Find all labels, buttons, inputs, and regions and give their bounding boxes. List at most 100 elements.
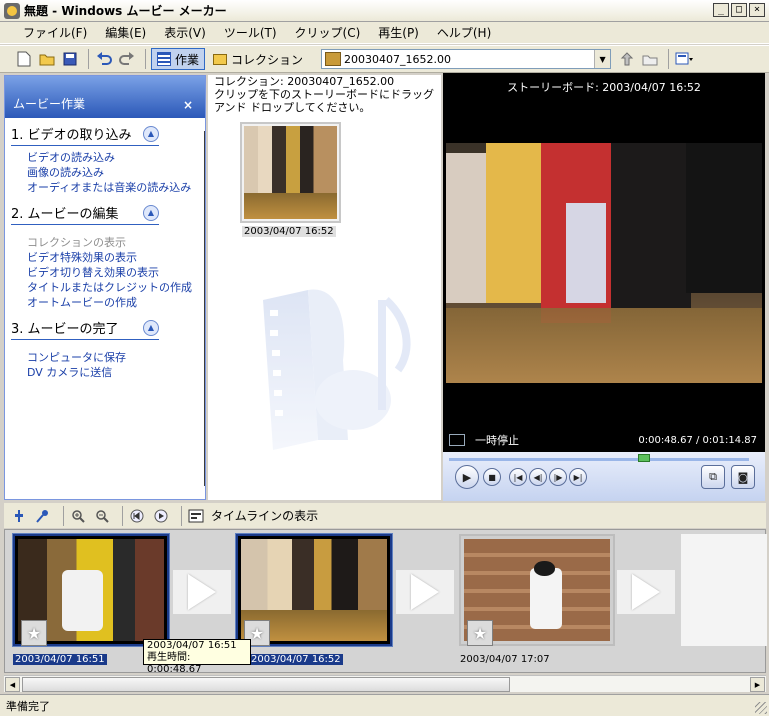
playback-state: 一時停止 <box>475 434 519 447</box>
window-title: 無題 - Windows ムービー メーカー <box>24 4 227 18</box>
minimize-button[interactable]: _ <box>713 3 729 17</box>
toolbar-separator <box>668 49 670 69</box>
zoom-in-icon[interactable] <box>69 507 87 525</box>
menu-view[interactable]: 表示(V) <box>155 24 215 41</box>
save-project-icon[interactable] <box>60 49 80 69</box>
fullscreen-icon[interactable] <box>449 434 465 446</box>
video-figure <box>566 203 606 303</box>
clip-preview-image <box>244 126 337 219</box>
chevron-up-icon[interactable]: ▲ <box>143 319 159 336</box>
toolbar-separator <box>145 49 146 69</box>
menu-tools[interactable]: ツール(T) <box>215 24 286 41</box>
chevron-up-icon[interactable]: ▲ <box>143 204 159 221</box>
views-icon[interactable] <box>674 49 694 69</box>
collection-title: コレクション: 20030407_1652.00 <box>214 75 395 88</box>
task-link-import-pictures[interactable]: 画像の読み込み <box>27 165 205 180</box>
collection-clip-thumbnail[interactable] <box>240 122 341 223</box>
task-link-automovie[interactable]: オートムービーの作成 <box>27 295 205 310</box>
narrate-timeline-icon[interactable] <box>34 507 52 525</box>
set-audio-levels-icon[interactable] <box>10 507 28 525</box>
show-timeline-button[interactable]: タイムラインの表示 <box>211 507 318 524</box>
maximize-button[interactable]: □ <box>731 3 747 17</box>
empty-storyboard-slot[interactable] <box>681 534 767 646</box>
forward-icon[interactable]: |▶ <box>549 468 567 486</box>
rewind-icon[interactable]: ◀| <box>529 468 547 486</box>
task-link-send-to-dv[interactable]: DV カメラに送信 <box>27 365 205 380</box>
up-one-level-icon[interactable] <box>617 49 637 69</box>
movie-tasks-pane: ムービー作業 × 1. ビデオの取り込み ▲ ビデオの読み込み 画像の読み込み … <box>4 75 206 500</box>
close-button[interactable]: × <box>749 3 765 17</box>
task-link-import-audio[interactable]: オーディオまたは音楽の読み込み <box>27 180 205 195</box>
split-clip-icon[interactable]: ⧉ <box>701 465 725 489</box>
preview-monitor: ストーリーボード: 2003/04/07 16:52 一時停止 0:00:48.… <box>443 73 765 501</box>
task-link-make-titles[interactable]: タイトルまたはクレジットの作成 <box>27 280 205 295</box>
close-icon[interactable]: × <box>183 98 193 112</box>
previous-frame-icon[interactable]: |◀ <box>509 468 527 486</box>
app-icon <box>4 2 20 19</box>
tasks-label: 作業 <box>175 52 200 67</box>
task-link-view-transitions[interactable]: ビデオ切り替え効果の表示 <box>27 265 205 280</box>
storyboard-scrollbar[interactable]: ◀ ▶ <box>4 675 766 692</box>
storyboard-clip[interactable]: ★ <box>236 534 392 646</box>
task-link-view-effects[interactable]: ビデオ特殊効果の表示 <box>27 250 205 265</box>
chevron-up-icon[interactable]: ▲ <box>143 125 159 142</box>
collection-clip-caption: 2003/04/07 16:52 <box>242 226 336 237</box>
timeline-view-icon[interactable] <box>187 507 205 525</box>
toolbar-separator <box>122 505 123 526</box>
play-icon[interactable]: ▶ <box>455 465 479 489</box>
tasks-pane-header: ムービー作業 × <box>5 76 205 118</box>
resize-grip-icon[interactable] <box>755 702 767 714</box>
new-project-icon[interactable] <box>14 49 34 69</box>
collections-folder-icon <box>213 53 228 65</box>
next-frame-icon[interactable]: ▶| <box>569 468 587 486</box>
transition-slot[interactable] <box>173 570 231 614</box>
task-link-import-video[interactable]: ビデオの読み込み <box>27 150 205 165</box>
tooltip-line: 再生時間: 0:00:48.67 <box>147 652 202 675</box>
clip-label: 2003/04/07 17:07 <box>460 654 550 665</box>
task-section-heading[interactable]: 2. ムービーの編集 <box>11 203 119 222</box>
task-link-save-to-computer[interactable]: コンピュータに保存 <box>27 350 205 365</box>
scroll-left-icon[interactable]: ◀ <box>5 677 20 692</box>
menu-play[interactable]: 再生(P) <box>369 24 428 41</box>
scroll-right-icon[interactable]: ▶ <box>750 677 765 692</box>
toolbar-separator <box>88 49 89 69</box>
menu-edit[interactable]: 編集(E) <box>96 24 155 41</box>
menu-help[interactable]: ヘルプ(H) <box>428 24 500 41</box>
chevron-down-icon[interactable]: ▼ <box>594 50 611 68</box>
storyboard-clip[interactable]: ★ <box>459 534 615 646</box>
transition-slot[interactable] <box>396 570 454 614</box>
effect-star-icon[interactable]: ★ <box>21 620 47 646</box>
monitor-controls: ▶ ■ |◀ ◀| |▶ ▶| ⧉ ◙ <box>443 452 765 501</box>
redo-icon[interactable] <box>117 49 137 69</box>
play-storyboard-icon[interactable] <box>152 507 170 525</box>
rewind-storyboard-icon[interactable] <box>128 507 146 525</box>
stop-icon[interactable]: ■ <box>483 468 501 486</box>
open-project-icon[interactable] <box>37 49 57 69</box>
tasks-toggle-button[interactable]: 作業 <box>151 48 206 70</box>
seek-slider-thumb[interactable] <box>638 454 650 462</box>
video-preview-frame <box>446 143 762 383</box>
transition-slot[interactable] <box>617 570 675 614</box>
task-section-heading[interactable]: 3. ムービーの完了 <box>11 318 119 337</box>
zoom-out-icon[interactable] <box>93 507 111 525</box>
collection-select[interactable]: 20030407_1652.00 ▼ <box>321 49 612 69</box>
tooltip-line: 2003/04/07 16:51 <box>147 640 237 651</box>
video-figure <box>611 143 691 308</box>
undo-icon[interactable] <box>94 49 114 69</box>
seek-bar[interactable] <box>449 458 749 461</box>
pane-divider <box>204 131 205 486</box>
collection-hint: クリップを下のストーリーボードにドラッグ アンド ドロップしてください。 <box>214 88 434 114</box>
toolbar-separator <box>181 505 182 526</box>
scrollbar-thumb[interactable] <box>22 677 510 692</box>
menu-clip[interactable]: クリップ(C) <box>286 24 370 41</box>
video-floor <box>446 308 762 383</box>
take-picture-icon[interactable]: ◙ <box>731 465 755 489</box>
storyboard-toolbar: タイムラインの表示 <box>4 503 766 528</box>
menu-file[interactable]: ファイル(F) <box>14 24 96 41</box>
new-folder-icon[interactable] <box>640 49 660 69</box>
collections-toggle-button[interactable]: コレクション <box>208 48 308 70</box>
title-bar: 無題 - Windows ムービー メーカー _ □ × <box>0 0 769 22</box>
task-section-heading[interactable]: 1. ビデオの取り込み <box>11 124 132 143</box>
storyboard-clip[interactable]: ★ <box>13 534 169 646</box>
effect-star-icon[interactable]: ★ <box>467 620 493 646</box>
